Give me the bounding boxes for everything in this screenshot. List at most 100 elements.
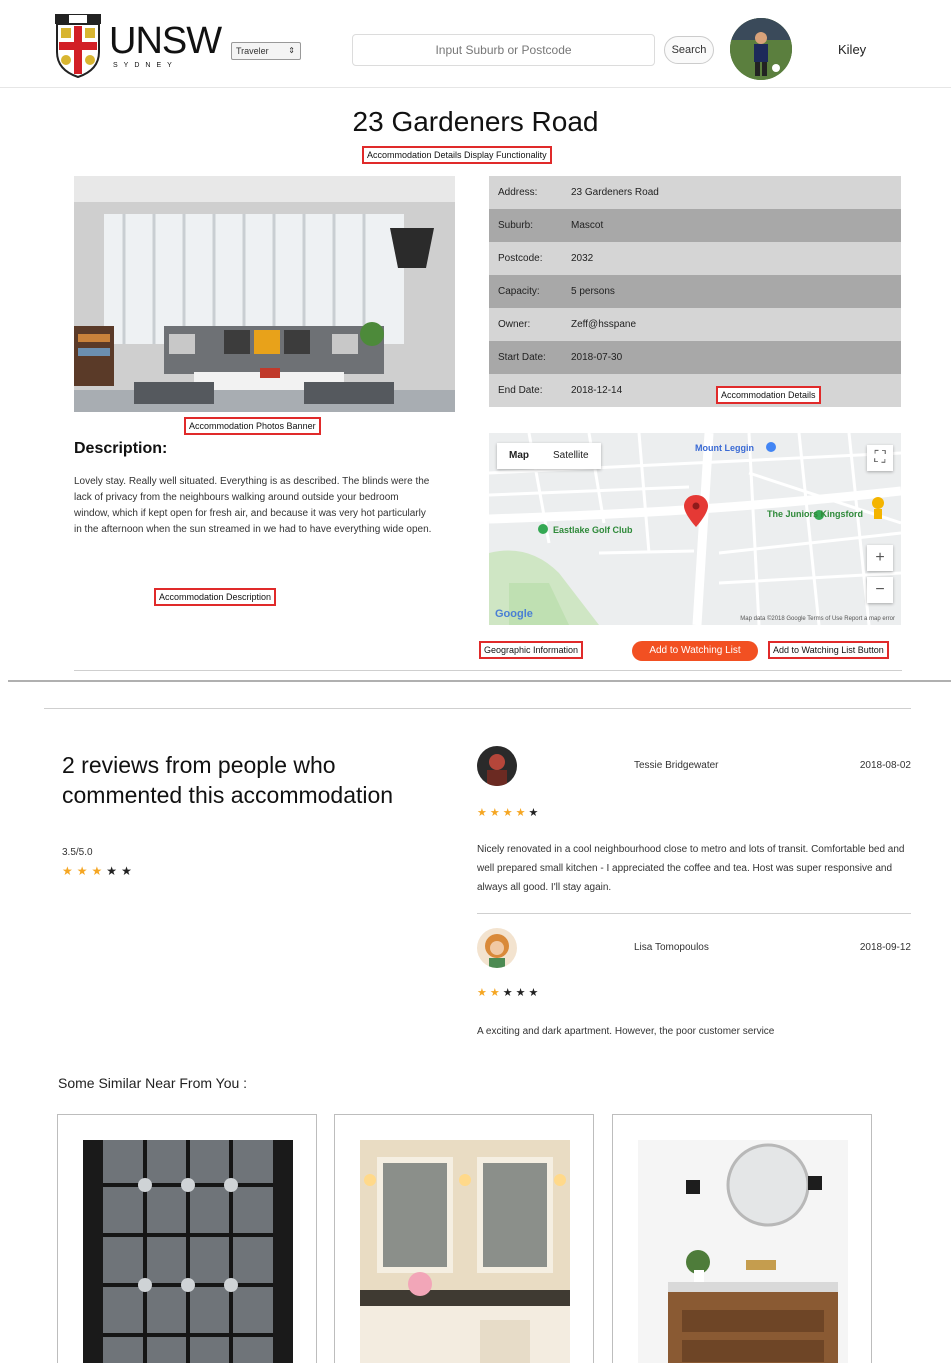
- details-value: 2018-07-30: [571, 352, 623, 363]
- star-filled-icon: ★: [76, 864, 92, 878]
- zoom-out-button[interactable]: −: [867, 577, 893, 603]
- reviewer-name: Lisa Tomopoulos: [634, 942, 709, 953]
- description-heading: Description:: [74, 440, 168, 457]
- annotation-photos: Accommodation Photos Banner: [184, 417, 321, 435]
- review-text: Nicely renovated in a cool neighbourhood…: [477, 844, 905, 893]
- details-row-postcode: Postcode: 2032: [489, 242, 901, 275]
- details-label: Postcode:: [498, 253, 543, 264]
- search-input[interactable]: Input Suburb or Postcode: [352, 34, 655, 66]
- details-label: Start Date:: [498, 352, 546, 363]
- user-avatar[interactable]: [730, 18, 792, 80]
- details-value: 23 Gardeners Road: [571, 187, 659, 198]
- details-value: 2032: [571, 253, 594, 264]
- description-text: Lovely stay. Really well situated. Every…: [74, 476, 432, 535]
- add-to-watching-list-button[interactable]: Add to Watching List: [632, 641, 758, 661]
- map-footer: Map data ©2018 Google Terms of Use Repor…: [740, 616, 895, 622]
- search-button[interactable]: Search: [664, 36, 714, 64]
- details-row-suburb: Suburb: Mascot: [489, 209, 901, 242]
- similar-card[interactable]: [57, 1114, 317, 1363]
- star-filled-icon: ★: [502, 807, 516, 819]
- details-row-owner: Owner: Zeff@hsspane: [489, 308, 901, 341]
- details-row-end-date: End Date: 2018-12-14: [489, 374, 901, 407]
- divider: [8, 680, 951, 682]
- star-filled-icon: ★: [477, 807, 490, 819]
- similar-photo: [83, 1140, 293, 1363]
- window-photo-icon: [83, 1140, 293, 1363]
- vanity-photo-icon: [638, 1140, 848, 1363]
- star-filled-icon: ★: [91, 864, 107, 878]
- similar-photo: [638, 1140, 848, 1363]
- star-filled-icon: ★: [489, 987, 503, 999]
- star-filled-icon: ★: [489, 807, 503, 819]
- details-table: Address: 23 Gardeners Road Suburb: Masco…: [489, 176, 901, 407]
- unsw-logo[interactable]: UNSW SYDNEY: [55, 14, 222, 78]
- star-empty-icon: ★: [502, 987, 516, 999]
- similar-photo: [360, 1140, 570, 1363]
- logo-subtext: SYDNEY: [113, 62, 178, 69]
- reviews-score: 3.5/5.0: [62, 847, 93, 858]
- map-label-top: Mount Leggin: [695, 443, 754, 453]
- bathroom-photo-icon: [360, 1140, 570, 1363]
- reviewer-photo-icon: [477, 746, 517, 786]
- select-arrow-icon: ⇕: [288, 46, 295, 55]
- review-date: 2018-09-12: [859, 942, 911, 953]
- review-stars: ★★★★★: [477, 986, 541, 999]
- annotation-geo: Geographic Information: [479, 641, 584, 659]
- star-filled-icon: ★: [62, 864, 77, 878]
- details-label: Owner:: [498, 319, 531, 330]
- divider: [44, 708, 911, 709]
- divider: [477, 913, 911, 914]
- details-row-start-date: Start Date: 2018-07-30: [489, 341, 901, 374]
- star-filled-icon: ★: [515, 807, 529, 819]
- review-item: Lisa Tomopoulos 2018-09-12 ★★★★★ A excit…: [477, 928, 911, 1058]
- fullscreen-icon[interactable]: ⛶: [867, 445, 893, 471]
- tab-map[interactable]: Map: [497, 443, 541, 469]
- annotation-details: Accommodation Details: [716, 386, 821, 404]
- reviews-heading: 2 reviews from people who commented this…: [62, 752, 394, 808]
- details-value: Zeff@hsspane: [571, 319, 637, 330]
- details-value: 5 persons: [571, 286, 615, 297]
- details-row-address: Address: 23 Gardeners Road: [489, 176, 901, 209]
- similar-heading: Some Similar Near From You :: [58, 1075, 248, 1091]
- review-stars: ★★★★★: [477, 806, 541, 819]
- site-header: UNSW SYDNEY Traveler ⇕ Input Suburb or P…: [0, 0, 951, 88]
- unsw-crest-icon: [55, 14, 101, 78]
- map-label-golf: Eastlake Golf Club: [553, 525, 633, 535]
- review-item: Tessie Bridgewater 2018-08-02 ★★★★★ Nice…: [477, 746, 911, 906]
- divider: [74, 670, 902, 671]
- details-row-capacity: Capacity: 5 persons: [489, 275, 901, 308]
- details-label: Address:: [498, 187, 538, 198]
- details-value: Mascot: [571, 220, 604, 231]
- star-empty-icon: ★: [515, 987, 529, 999]
- review-date: 2018-08-02: [859, 760, 911, 771]
- details-label: Capacity:: [498, 286, 540, 297]
- accommodation-photo[interactable]: [74, 176, 455, 412]
- tab-satellite[interactable]: Satellite: [541, 443, 601, 469]
- reviewer-avatar[interactable]: [477, 746, 517, 786]
- reviewer-name: Tessie Bridgewater: [634, 760, 719, 771]
- user-type-value: Traveler: [236, 46, 269, 56]
- star-empty-icon: ★: [528, 807, 542, 819]
- location-map[interactable]: Map Satellite Eastlake Golf Club The Jun…: [489, 433, 901, 625]
- star-empty-icon: ★: [121, 864, 136, 878]
- page-title: 23 Gardeners Road: [352, 106, 599, 137]
- review-text: A exciting and dark apartment. However, …: [477, 1026, 775, 1037]
- map-type-tabs: Map Satellite: [497, 443, 601, 469]
- average-rating-stars: ★★★★★: [62, 864, 136, 878]
- user-name[interactable]: Kiley: [838, 42, 866, 57]
- similar-card[interactable]: [612, 1114, 872, 1363]
- zoom-in-button[interactable]: +: [867, 545, 893, 571]
- reviewer-avatar[interactable]: [477, 928, 517, 968]
- avatar-photo-icon: [730, 18, 792, 80]
- similar-card[interactable]: [334, 1114, 594, 1363]
- details-label: End Date:: [498, 385, 543, 396]
- logo-wordmark: UNSW: [109, 20, 222, 62]
- star-filled-icon: ★: [477, 987, 490, 999]
- annotation-page: Accommodation Details Display Functional…: [362, 146, 552, 164]
- star-empty-icon: ★: [528, 987, 542, 999]
- annotation-watch: Add to Watching List Button: [768, 641, 889, 659]
- reviewer-photo-icon: [477, 928, 517, 968]
- annotation-description: Accommodation Description: [154, 588, 277, 606]
- user-type-select[interactable]: Traveler ⇕: [231, 42, 301, 60]
- living-room-photo-icon: [74, 176, 455, 412]
